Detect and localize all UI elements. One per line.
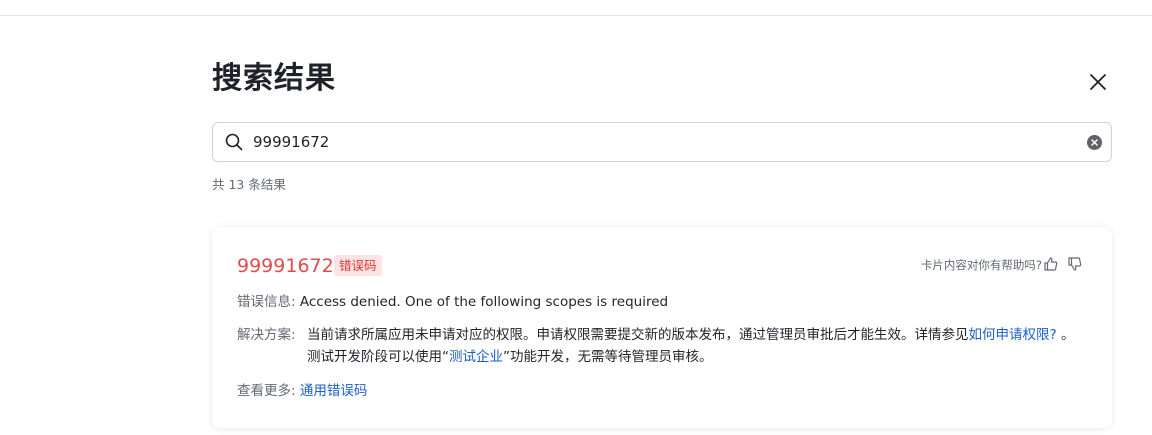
clear-search-button[interactable] <box>1087 135 1102 150</box>
how-to-apply-permission-link[interactable]: 如何申请权限? <box>969 327 1057 343</box>
error-code: 99991672 <box>237 255 334 277</box>
clear-icon <box>1091 139 1098 146</box>
solution-text-part-1: 当前请求所属应用未申请对应的权限。申请权限需要提交新的版本发布，通过管理员审批后… <box>307 327 969 343</box>
helpful-prompt: 卡片内容对你有帮助吗? <box>920 258 1042 272</box>
solution-label: 解决方案: <box>237 327 296 343</box>
result-card: 99991672 错误码 卡片内容对你有帮助吗? 错误信息: Access de… <box>212 227 1112 428</box>
close-button[interactable] <box>1086 70 1110 94</box>
result-count: 共 13 条结果 <box>212 177 286 192</box>
close-icon <box>1090 74 1106 90</box>
solution-text-part-3: ”功能开发，无需等待管理员审核。 <box>503 349 713 365</box>
page-title: 搜索结果 <box>212 61 336 96</box>
error-info-text: Access denied. One of the following scop… <box>299 294 669 310</box>
thumbs-up-icon <box>1044 257 1058 271</box>
see-more-label: 查看更多: <box>237 383 296 399</box>
error-code-badge: 错误码 <box>334 255 382 276</box>
search-box <box>212 122 1112 162</box>
thumbs-up-button[interactable] <box>1043 256 1059 272</box>
error-info-label: 错误信息: <box>237 294 296 310</box>
common-error-codes-link[interactable]: 通用错误码 <box>300 383 368 399</box>
search-input[interactable] <box>253 123 1073 161</box>
test-enterprise-link[interactable]: 测试企业 <box>449 349 503 365</box>
solution-text: 当前请求所属应用未申请对应的权限。申请权限需要提交新的版本发布，通过管理员审批后… <box>307 324 1077 368</box>
search-icon <box>225 133 243 151</box>
thumbs-down-button[interactable] <box>1067 256 1083 272</box>
see-more-row: 查看更多: 通用错误码 <box>237 380 367 402</box>
error-info-row: 错误信息: Access denied. One of the followin… <box>237 291 668 313</box>
solution-row: 解决方案: 当前请求所属应用未申请对应的权限。申请权限需要提交新的版本发布，通过… <box>237 324 1077 368</box>
thumbs-down-icon <box>1068 257 1082 271</box>
top-divider <box>0 15 1152 16</box>
